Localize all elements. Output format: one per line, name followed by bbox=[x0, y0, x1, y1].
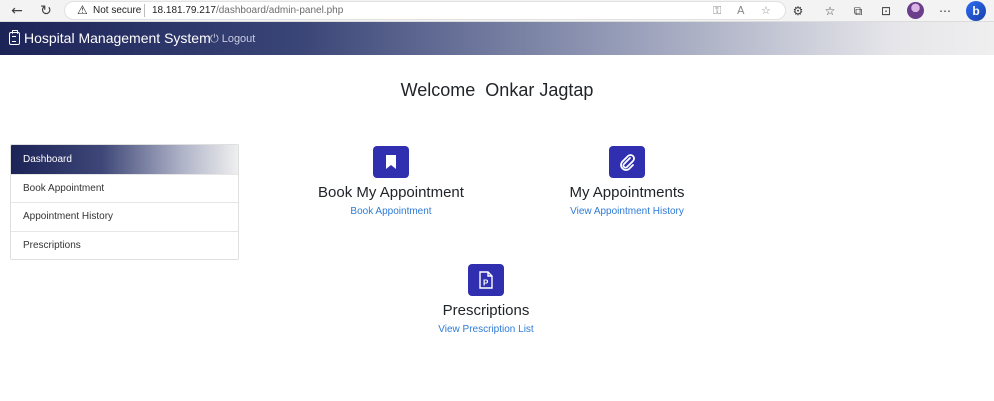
address-divider bbox=[144, 4, 145, 17]
url-path: /dashboard/admin-panel.php bbox=[215, 5, 344, 16]
sidebar-menu: Dashboard Book Appointment Appointment H… bbox=[10, 144, 239, 260]
back-arrow-icon[interactable]: ← bbox=[7, 1, 27, 21]
my-appointments-card: My Appointments View Appointment History bbox=[517, 146, 737, 219]
url-host: 18.181.79.217 bbox=[152, 5, 216, 16]
sidebar-item-label: Book Appointment bbox=[23, 182, 105, 194]
collections-icon[interactable]: ⧉ bbox=[849, 2, 867, 20]
welcome-heading: Welcome Onkar Jagtap bbox=[400, 80, 594, 100]
sidebar-item-appointment-history[interactable]: Appointment History bbox=[11, 202, 238, 231]
logout-link[interactable]: ⏻ Logout bbox=[210, 32, 255, 46]
book-appointment-card: Book My Appointment Book Appointment bbox=[281, 146, 501, 219]
copilot-icon[interactable]: b bbox=[966, 1, 986, 21]
card-title: Prescriptions bbox=[442, 302, 530, 319]
profile-avatar[interactable] bbox=[907, 2, 924, 19]
prescription-list-link[interactable]: View Prescription List bbox=[438, 324, 533, 335]
sidebar-item-dashboard[interactable]: Dashboard bbox=[11, 145, 238, 174]
logout-label: Logout bbox=[221, 33, 256, 45]
browser-toolbar: ← ↻ ⚠ Not secure 18.181.79.217/dashboard… bbox=[0, 0, 994, 22]
favorite-add-icon[interactable]: ☆ bbox=[761, 4, 771, 17]
bookmark-icon bbox=[373, 146, 409, 178]
more-menu-icon[interactable]: ⋯ bbox=[936, 2, 954, 20]
brand-title: Hospital Management System bbox=[24, 30, 211, 46]
sidebar-item-label: Appointment History bbox=[23, 211, 114, 223]
security-status: Not secure bbox=[93, 5, 142, 16]
appointment-history-link[interactable]: View Appointment History bbox=[570, 206, 684, 217]
power-icon: ⏻ bbox=[210, 32, 219, 45]
address-bar[interactable]: ⚠ Not secure 18.181.79.217/dashboard/adm… bbox=[64, 1, 786, 20]
brand[interactable]: Hospital Management System bbox=[9, 29, 211, 46]
key-icon[interactable]: ⚿ bbox=[713, 4, 721, 18]
warning-icon: ⚠ bbox=[77, 3, 88, 17]
sidebar-item-label: Prescriptions bbox=[23, 239, 81, 251]
clipboard-icon bbox=[9, 29, 20, 45]
svg-text:P: P bbox=[483, 279, 489, 288]
card-title: My Appointments bbox=[569, 184, 685, 201]
favorites-icon[interactable]: ☆ bbox=[821, 2, 839, 20]
url-text: 18.181.79.217/dashboard/admin-panel.php bbox=[152, 5, 343, 16]
sidebar-item-book-appointment[interactable]: Book Appointment bbox=[11, 173, 238, 202]
book-appointment-link[interactable]: Book Appointment bbox=[350, 206, 431, 217]
sidebar-item-prescriptions[interactable]: Prescriptions bbox=[11, 230, 238, 259]
screenshot-icon[interactable]: ⊡ bbox=[877, 2, 895, 20]
extensions-icon[interactable]: ⚙ bbox=[789, 2, 807, 20]
card-title: Book My Appointment bbox=[318, 184, 464, 201]
prescriptions-card: P Prescriptions View Prescription List bbox=[376, 264, 596, 337]
prescription-file-icon: P bbox=[468, 264, 504, 296]
read-aloud-icon[interactable]: A bbox=[737, 4, 745, 17]
refresh-icon[interactable]: ↻ bbox=[36, 1, 56, 21]
app-navbar: Hospital Management System ⏻ Logout bbox=[0, 22, 994, 55]
paperclip-icon bbox=[609, 146, 645, 178]
sidebar-item-label: Dashboard bbox=[23, 153, 72, 165]
